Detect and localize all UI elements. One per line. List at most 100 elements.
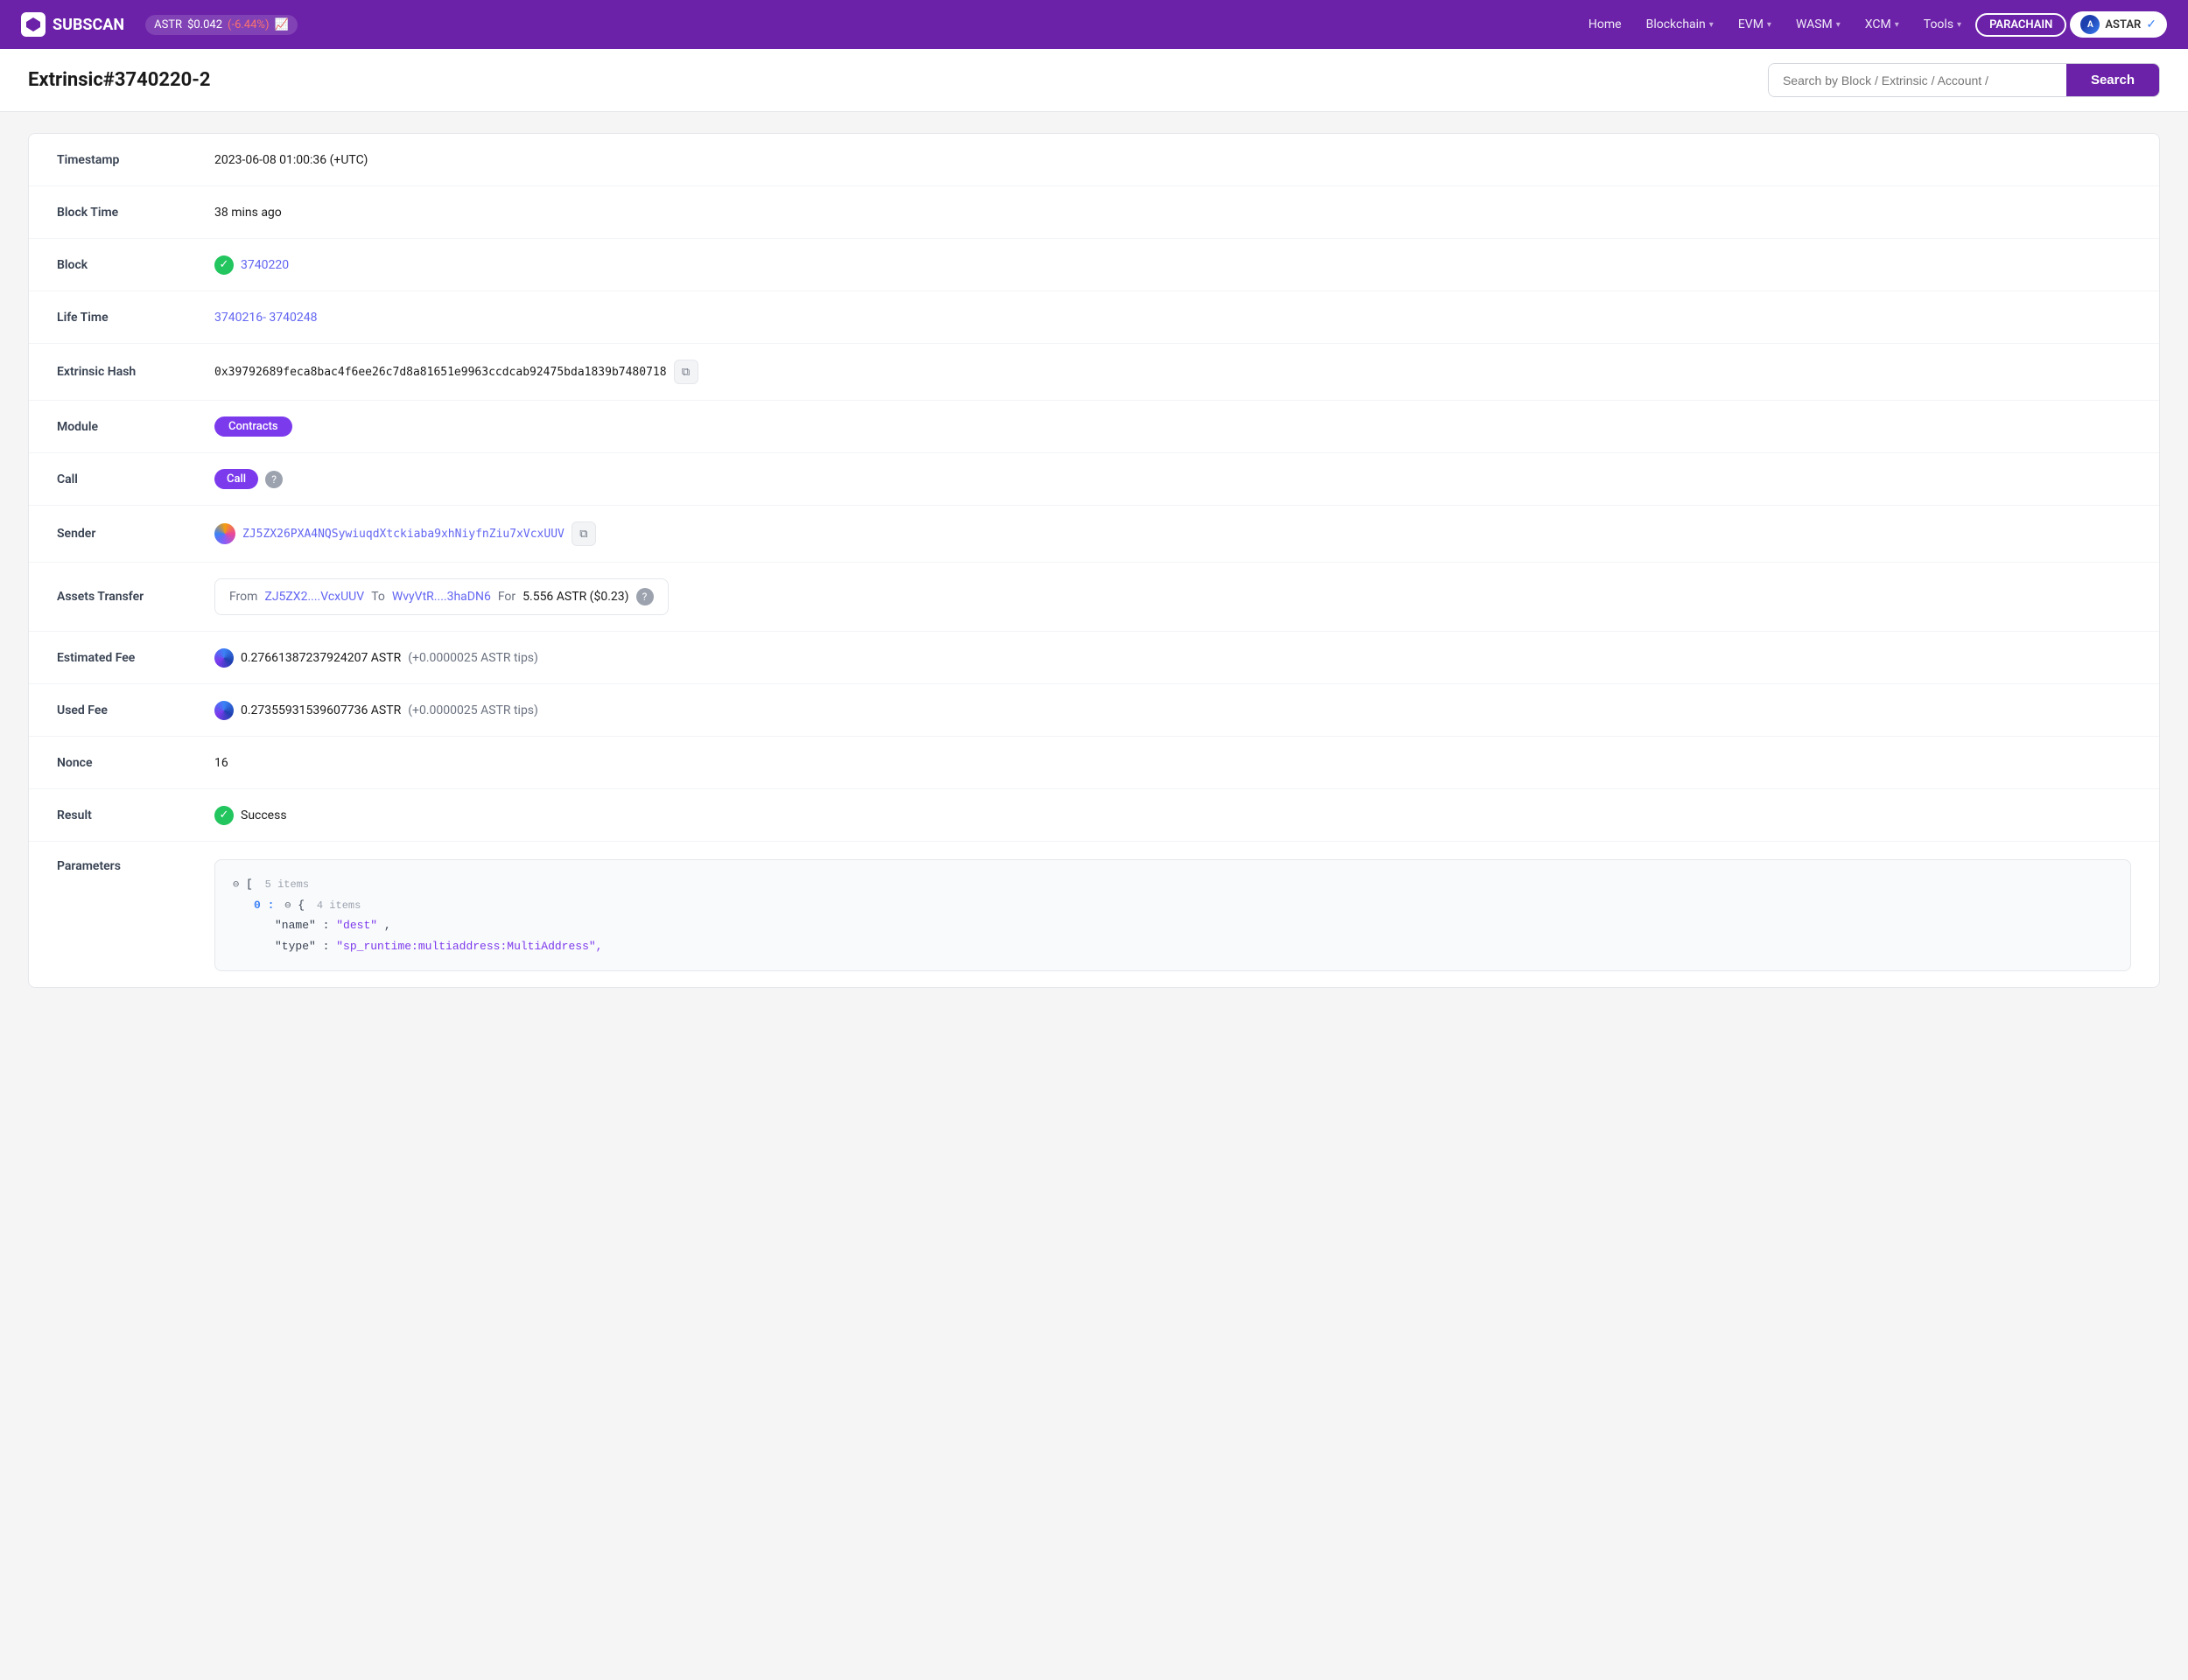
assets-transfer-box: From ZJ5ZX2....VcxUUV To WvyVtR....3haDN… [214,578,669,615]
used-fee-amount: 0.27355931539607736 ASTR [241,704,401,718]
module-badge: Contracts [214,416,292,437]
params-line-num-0: 0 : [254,899,274,912]
sender-copy-icon[interactable]: ⧉ [572,522,596,546]
row-sender: Sender ZJ5ZX26PXA4NQSywiuqdXtckiaba9xhNi… [29,506,2159,563]
params-collapse-icon-0[interactable]: ⊖ [284,900,291,912]
nav-blockchain[interactable]: Blockchain ▾ [1636,12,1724,37]
block-link[interactable]: 3740220 [241,258,289,272]
estimated-fee-amount: 0.27661387237924207 ASTR [241,651,401,665]
params-line-name: "name" : "dest" , [233,915,2113,935]
brand-name: SUBSCAN [53,16,124,34]
value-assets: From ZJ5ZX2....VcxUUV To WvyVtR....3haDN… [214,578,669,615]
label-call: Call [57,472,214,486]
row-call: Call Call ? [29,453,2159,506]
label-nonce: Nonce [57,756,214,770]
label-used-fee: Used Fee [57,704,214,718]
value-timestamp: 2023-06-08 01:00:36 (+UTC) [214,153,368,167]
brand-logo[interactable]: SUBSCAN [21,12,124,37]
astar-check-icon: ✓ [2146,18,2156,32]
assets-to-address[interactable]: WvyVtR....3haDN6 [392,590,491,604]
row-result: Result ✓ Success [29,789,2159,842]
result-success-icon: ✓ [214,806,234,825]
hash-value: 0x39792689feca8bac4f6ee26c7d8a81651e9963… [214,366,667,379]
sender-avatar-icon [214,523,235,544]
astar-network-name: ASTAR [2105,18,2141,32]
label-module: Module [57,420,214,434]
label-estimated-fee: Estimated Fee [57,651,214,665]
assets-from-address[interactable]: ZJ5ZX2....VcxUUV [264,590,364,604]
parachain-badge[interactable]: PARACHAIN [1975,13,2066,37]
page-header: Extrinsic#3740220-2 Search [0,49,2188,112]
sender-address[interactable]: ZJ5ZX26PXA4NQSywiuqdXtckiaba9xhNiyfnZiu7… [242,528,565,541]
nav-evm[interactable]: EVM ▾ [1728,12,1782,37]
search-input[interactable] [1769,64,2066,96]
value-nonce: 16 [214,756,228,770]
row-nonce: Nonce 16 [29,737,2159,789]
params-line-0: 0 : ⊖ { 4 items [233,895,2113,916]
wasm-chevron: ▾ [1836,20,1841,30]
label-hash: Extrinsic Hash [57,365,214,379]
label-assets: Assets Transfer [57,590,214,604]
row-hash: Extrinsic Hash 0x39792689feca8bac4f6ee26… [29,344,2159,401]
params-count-4: 4 items [317,900,361,912]
nav-tools[interactable]: Tools ▾ [1913,12,1972,37]
block-success-icon: ✓ [214,256,234,275]
row-assets: Assets Transfer From ZJ5ZX2....VcxUUV To… [29,563,2159,632]
label-sender: Sender [57,527,214,541]
result-text: Success [241,808,287,822]
lifetime-link[interactable]: 3740216- 3740248 [214,311,318,325]
search-bar: Search [1768,63,2160,97]
label-result: Result [57,808,214,822]
hash-copy-icon[interactable]: ⧉ [674,360,698,384]
params-box: ⊖ [ 5 items 0 : ⊖ { 4 items "name" : "de… [214,859,2131,971]
nav-home[interactable]: Home [1578,12,1632,37]
search-button[interactable]: Search [2066,64,2159,96]
value-used-fee: 0.27355931539607736 ASTR (+0.0000025 AST… [214,701,538,720]
tools-chevron: ▾ [1957,20,1961,30]
params-colon2: : [323,940,337,953]
used-fee-astar-icon [214,701,234,720]
params-line-root: ⊖ [ 5 items [233,874,2113,895]
label-parameters: Parameters [57,859,214,873]
value-lifetime: 3740216- 3740248 [214,311,318,325]
row-parameters: Parameters ⊖ [ 5 items 0 : ⊖ { 4 items "… [29,842,2159,987]
value-blocktime: 38 mins ago [214,206,282,220]
evm-chevron: ▾ [1767,20,1771,30]
params-name-key: "name" [275,919,316,932]
params-count-5: 5 items [265,878,309,891]
xcm-chevron: ▾ [1895,20,1899,30]
row-timestamp: Timestamp 2023-06-08 01:00:36 (+UTC) [29,134,2159,186]
price-badge: ASTR $0.042 (-6.44%) 📈 [145,15,298,35]
page-title: Extrinsic#3740220-2 [28,69,210,91]
params-brace-open: { [298,899,305,912]
row-estimated-fee: Estimated Fee 0.27661387237924207 ASTR (… [29,632,2159,684]
value-block: ✓ 3740220 [214,256,289,275]
nav-xcm[interactable]: XCM ▾ [1855,12,1910,37]
used-fee-tips: (+0.0000025 ASTR tips) [408,704,538,718]
label-lifetime: Life Time [57,311,214,325]
params-type-key: "type" [275,940,316,953]
value-estimated-fee: 0.27661387237924207 ASTR (+0.0000025 AST… [214,648,538,668]
astar-badge[interactable]: A ASTAR ✓ [2070,11,2167,38]
ticker: ASTR [154,18,182,32]
assets-to-label: To [371,590,385,604]
estimated-fee-tips: (+0.0000025 ASTR tips) [408,651,538,665]
assets-question-icon[interactable]: ? [636,588,654,606]
row-blocktime: Block Time 38 mins ago [29,186,2159,239]
params-collapse-icon[interactable]: ⊖ [233,878,239,891]
params-type-val: "sp_runtime:multiaddress:MultiAddress", [336,940,602,953]
call-badge: Call [214,469,258,489]
assets-amount: 5.556 ASTR ($0.23) [522,590,628,604]
value-module: Contracts [214,416,292,437]
row-used-fee: Used Fee 0.27355931539607736 ASTR (+0.00… [29,684,2159,737]
chart-icon: 📈 [274,18,288,32]
nav-wasm[interactable]: WASM ▾ [1785,12,1851,37]
nav-links: Home Blockchain ▾ EVM ▾ WASM ▾ XCM ▾ Too… [1578,11,2167,38]
brand-icon [21,12,46,37]
call-question-icon[interactable]: ? [265,471,283,488]
label-timestamp: Timestamp [57,153,214,167]
assets-for-label: For [498,590,515,604]
blockchain-chevron: ▾ [1709,20,1714,30]
label-blocktime: Block Time [57,206,214,220]
row-module: Module Contracts [29,401,2159,453]
